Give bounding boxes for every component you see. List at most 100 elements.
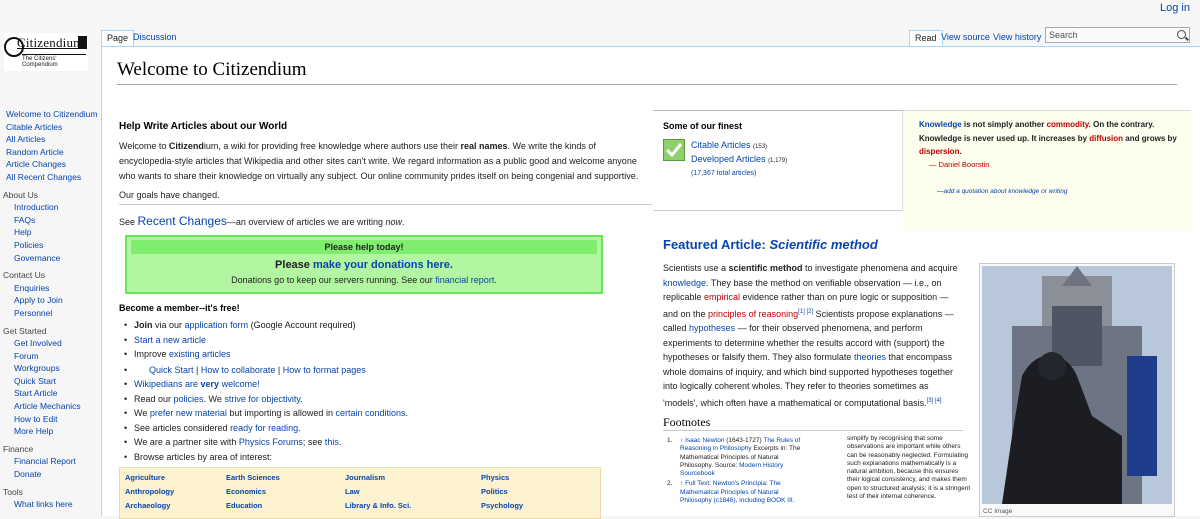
list-item: Read our policies. We strive for objecti… [124,392,408,407]
area-link[interactable]: Economics [226,487,266,496]
dispersion-link[interactable]: dispersion [919,147,959,156]
sidebar-item-personnel[interactable]: Personnel [0,307,100,320]
tab-discussion[interactable]: Discussion [128,30,182,45]
sidebar-item-introduction[interactable]: Introduction [0,201,100,214]
knowledge-link[interactable]: Knowledge [919,120,962,129]
principles-link[interactable]: principles of reasoning [708,309,798,319]
sidebar-item-governance[interactable]: Governance [0,252,100,265]
format-pages-link[interactable]: How to format pages [283,365,366,375]
finest-panel: Some of our finest Citable Articles (153… [653,110,903,211]
area-link[interactable]: Journalism [345,473,385,482]
sidebar-item-get-involved[interactable]: Get Involved [0,337,100,350]
ref-link[interactable]: [1] [2] [798,309,813,315]
developed-articles-link[interactable]: Developed Articles [691,154,766,164]
area-link[interactable]: Psychology [481,501,523,510]
sidebar-item-start-article[interactable]: Start Article [0,387,100,400]
sidebar-item-faqs[interactable]: FAQs [0,214,100,227]
wikipedians-link[interactable]: Wikipedians are [134,379,201,389]
area-link[interactable]: Anthropology [125,487,174,496]
now-text: now [385,217,402,227]
login-link[interactable]: Log in [1160,2,1190,14]
citable-articles-link[interactable]: Citable Articles [691,140,751,150]
finest-heading: Some of our finest [663,121,743,131]
footnote-backlink[interactable]: ↑ [680,437,683,444]
welcome-link[interactable]: welcome! [219,379,260,389]
sidebar-item-financial-report[interactable]: Financial Report [0,455,100,468]
objectivity-link[interactable]: strive for objectivity [224,394,300,404]
sidebar-item-forum[interactable]: Forum [0,350,100,363]
application-form-link[interactable]: application form [185,320,249,330]
sidebar-item-policies[interactable]: Policies [0,239,100,252]
ref-link[interactable]: [3] [4] [927,398,942,404]
sidebar-item-article-mechanics[interactable]: Article Mechanics [0,400,100,413]
featured-article-link[interactable]: Scientific method [769,237,877,252]
tab-view-source[interactable]: View source [936,30,995,45]
area-link[interactable]: Earth Sciences [226,473,280,482]
area-link[interactable]: Physics [481,473,509,482]
start-new-article-link[interactable]: Start a new article [134,335,206,345]
see-text: See [119,217,138,227]
featured-summary: Scientists use a scientific method to in… [663,261,963,410]
featured-image[interactable]: CC Image [979,263,1175,517]
area-link[interactable]: Agriculture [125,473,165,482]
sidebar-heading-finance: Finance [3,443,34,454]
area-link[interactable]: Law [345,487,360,496]
hypotheses-link[interactable]: hypotheses [689,323,735,333]
this-link[interactable]: this [325,437,339,447]
sidebar-item-donate[interactable]: Donate [0,468,100,481]
empirical-link[interactable]: empirical [704,292,740,302]
recent-changes-line: See Recent Changes—an overview of articl… [119,214,405,230]
sidebar-item-citable[interactable]: Citable Articles [0,121,100,134]
knowledge-article-link[interactable]: knowledge [663,278,706,288]
tab-view-history[interactable]: View history [988,30,1046,45]
collaborate-link[interactable]: How to collaborate [201,365,276,375]
sidebar-item-enquiries[interactable]: Enquiries [0,282,100,295]
sidebar-item-how-to-edit[interactable]: How to Edit [0,413,100,426]
quote-text-1: is not simply another [961,120,1047,129]
sidebar-item-more-help[interactable]: More Help [0,425,100,438]
newton-link[interactable]: Isaac Newton [685,437,724,444]
sidebar-item-welcome[interactable]: Welcome to Citizendium [0,108,100,121]
area-link[interactable]: Politics [481,487,508,496]
diffusion-link[interactable]: diffusion [1089,134,1123,143]
help-intro-text-1: Welcome to [119,141,169,151]
sidebar-item-apply[interactable]: Apply to Join [0,294,100,307]
quick-start-link[interactable]: Quick Start [149,365,194,375]
add-quotation-link[interactable]: —add a quotation about knowledge or writ… [937,188,1067,195]
sidebar-item-quick-start[interactable]: Quick Start [0,375,100,388]
footnote-backlink[interactable]: ↑ [680,480,683,487]
area-link[interactable]: Library & Info. Sci. [345,501,411,510]
certain-conditions-link[interactable]: certain conditions [335,408,405,418]
sidebar-item-help[interactable]: Help [0,226,100,239]
list-item: Join via our application form (Google Ac… [124,318,408,333]
theories-link[interactable]: theories [854,352,886,362]
physics-forums-link[interactable]: Physics Forums [239,437,303,447]
quote-author[interactable]: — Daniel Boorstin [929,160,989,169]
total-articles-link[interactable]: (17,367 total articles) [691,170,756,177]
sidebar-item-article-changes[interactable]: Article Changes [0,158,100,171]
sidebar-item-workgroups[interactable]: Workgroups [0,362,100,375]
existing-articles-link[interactable]: existing articles [169,349,231,359]
footnotes-divider [663,430,963,431]
area-link[interactable]: Education [226,501,262,510]
search-icon[interactable] [1177,30,1186,39]
area-link[interactable]: Archaeology [125,501,170,510]
google-text: (Google Account required) [248,320,356,330]
search-input[interactable]: Search [1045,27,1190,43]
sidebar-item-all-recent-changes[interactable]: All Recent Changes [0,171,100,184]
browse-text: Browse articles by area of interest: [134,451,273,462]
sidebar-item-what-links-here[interactable]: What links here [0,498,100,511]
donation-link[interactable]: make your donations here. [313,259,453,271]
sidebar-item-random[interactable]: Random Article [0,146,100,159]
commodity-link[interactable]: commodity [1047,120,1089,129]
recent-changes-link[interactable]: Recent Changes [138,214,227,228]
ready-for-reading-link[interactable]: ready for reading [230,423,298,433]
principia-link[interactable]: Full Text: Newton's Principia: The Mathe… [680,480,795,504]
financial-report-link[interactable]: financial report [435,275,494,285]
footnotes-heading: Footnotes [663,415,711,429]
policies-link[interactable]: policies [174,394,204,404]
sidebar-item-all-articles[interactable]: All Articles [0,133,100,146]
very-text[interactable]: very [201,379,220,389]
prefer-new-material-link[interactable]: prefer new material [150,408,227,418]
site-logo[interactable]: Citizendium The Citizens' Compendium [4,33,88,71]
